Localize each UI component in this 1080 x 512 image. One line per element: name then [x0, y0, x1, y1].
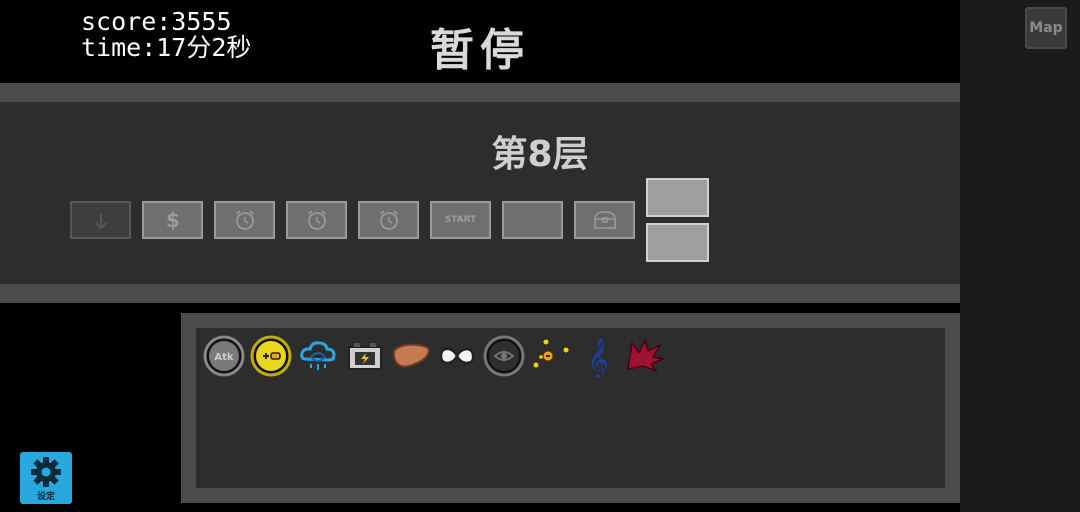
side-slot-bottom[interactable]: [646, 223, 709, 262]
room-slot-shop[interactable]: $: [142, 201, 203, 239]
room-slot-clock-1[interactable]: [214, 201, 275, 239]
pause-title: 暂停: [430, 25, 530, 76]
map-button[interactable]: Map: [1025, 7, 1067, 49]
start-label: START: [444, 215, 477, 225]
score-text: score:3555: [81, 7, 232, 36]
svg-text:𝄞: 𝄞: [587, 338, 608, 377]
cloud-knot-icon[interactable]: [297, 335, 339, 377]
infinity-icon[interactable]: [436, 335, 478, 377]
alarm-clock-icon: [235, 210, 254, 230]
time-text: time:17分2秒: [81, 33, 252, 62]
alarm-clock-icon: [307, 210, 326, 230]
svg-text:$: $: [166, 208, 180, 232]
room-slot-chest[interactable]: [574, 201, 635, 239]
orbit-dots-icon[interactable]: [530, 335, 572, 377]
liver-icon[interactable]: [391, 335, 433, 377]
gear-icon: [31, 457, 61, 487]
room-slot-clock-3[interactable]: [358, 201, 419, 239]
alarm-clock-icon: [379, 210, 398, 230]
red-leaf-icon[interactable]: [623, 335, 665, 377]
treble-clef-icon[interactable]: 𝄞: [577, 335, 619, 377]
atk-orb-label: Atk: [214, 352, 234, 363]
floor-title: 第8层: [491, 134, 589, 175]
room-slot-clock-2[interactable]: [286, 201, 347, 239]
battery-box-icon[interactable]: [344, 335, 386, 377]
treasure-chest-icon: [593, 211, 616, 229]
room-slot-empty[interactable]: [502, 201, 563, 239]
plus-battery-orb-icon[interactable]: [250, 335, 292, 377]
settings-label: 设定: [36, 492, 55, 502]
atk-orb-icon[interactable]: Atk: [203, 335, 245, 377]
down-arrow-icon: [94, 214, 107, 230]
room-slot-exit[interactable]: [70, 201, 131, 239]
eye-orb-icon[interactable]: [483, 335, 525, 377]
right-side-panel: [960, 0, 1080, 512]
room-slot-start[interactable]: START: [430, 201, 491, 239]
dollar-icon: $: [166, 208, 180, 232]
side-slot-top[interactable]: [646, 178, 709, 217]
